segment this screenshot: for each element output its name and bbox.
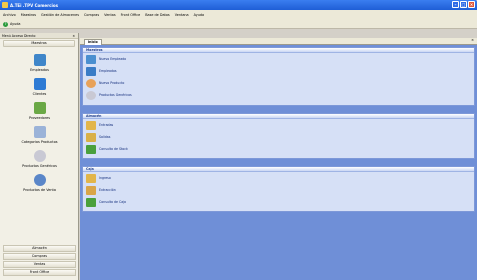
link-nuevo-producto[interactable]: Nuevo Producto	[83, 77, 474, 89]
menu-ventas[interactable]: Ventas	[104, 13, 115, 17]
employees-list-icon	[86, 66, 96, 76]
shortcut-label: Productos Genéricos	[22, 164, 57, 168]
shortcut-label: Empleados	[30, 68, 49, 72]
link-consulta-stock[interactable]: Consulta de Stock	[83, 143, 474, 155]
exits-icon	[86, 132, 96, 142]
generic-products-list-icon	[86, 90, 96, 100]
shortcut-panel: Menú Acceso Directo × Maestros Empleados…	[0, 33, 79, 280]
menu-gestion-almacenes[interactable]: Gestión de Almacenes	[41, 13, 79, 17]
section-compras[interactable]: Compras	[3, 253, 76, 260]
link-label: Entradas	[99, 123, 114, 127]
shortcut-label: Proveedores	[29, 116, 50, 120]
menu-ayuda[interactable]: Ayuda	[194, 13, 204, 17]
panel-close-icon[interactable]: ×	[72, 33, 75, 39]
menu-ventana[interactable]: Ventana	[175, 13, 189, 17]
link-ingreso[interactable]: Ingreso	[83, 172, 474, 184]
link-salidas[interactable]: Salidas	[83, 131, 474, 143]
link-label: Nuevo Producto	[99, 81, 125, 85]
link-consulta-caja[interactable]: Consulta de Caja	[83, 196, 474, 208]
employees-icon	[33, 54, 46, 66]
tab-close-icon[interactable]: ×	[471, 38, 474, 42]
stock-query-icon	[86, 144, 96, 154]
group-almacen: Almacén Entradas Salidas Consulta de Sto…	[82, 113, 475, 159]
menu-bar: Archivo Maestros Gestión de Almacenes Co…	[0, 10, 477, 20]
new-employee-icon	[86, 54, 96, 64]
menu-maestros[interactable]: Maestros	[21, 13, 36, 17]
new-product-icon	[86, 78, 96, 88]
maximize-button[interactable]: □	[460, 1, 467, 8]
categories-icon	[33, 126, 46, 138]
shortcut-categorias[interactable]: Categorias Productos	[3, 126, 76, 144]
group-maestros: Maestros Nuevo Empleado Empleados Nuevo …	[82, 47, 475, 106]
main-content: Maestros Nuevo Empleado Empleados Nuevo …	[80, 45, 477, 280]
link-label: Extracción	[99, 188, 116, 192]
shortcut-panel-title: Menú Acceso Directo	[2, 34, 36, 38]
link-productos-genericos[interactable]: Productos Genéricos	[83, 89, 474, 101]
link-label: Salidas	[99, 135, 111, 139]
shortcut-productos-genericos[interactable]: Productos Genéricos	[3, 150, 76, 168]
income-icon	[86, 173, 96, 183]
window-titlebar: A.TEi .TPV Comercios – □ ×	[0, 0, 477, 10]
shortcut-productos-venta[interactable]: Productos de Venta	[3, 174, 76, 192]
section-maestros[interactable]: Maestros	[3, 40, 75, 47]
section-ventas[interactable]: Ventas	[3, 261, 76, 268]
window-controls: – □ ×	[452, 1, 475, 8]
menu-base-datos[interactable]: Base de Datos	[145, 13, 170, 17]
window-title: A.TEi .TPV Comercios	[10, 2, 58, 8]
section-front-office[interactable]: Front Office	[3, 269, 76, 276]
shortcut-panel-header: Menú Acceso Directo ×	[0, 33, 78, 39]
link-entradas[interactable]: Entradas	[83, 119, 474, 131]
group-caja: Caja Ingreso Extracción Consulta de Caja	[82, 166, 475, 212]
link-label: Consulta de Stock	[99, 147, 128, 151]
shortcut-empleados[interactable]: Empleados	[3, 54, 76, 72]
link-nuevo-empleado[interactable]: Nuevo Empleado	[83, 53, 474, 65]
link-extraccion[interactable]: Extracción	[83, 184, 474, 196]
section-almacen[interactable]: Almacén	[3, 245, 76, 252]
shortcut-clientes[interactable]: Clientes	[3, 78, 76, 96]
link-label: Empleados	[99, 69, 117, 73]
toolbar: ? Ayuda	[0, 20, 477, 29]
shortcut-label: Productos de Venta	[23, 188, 56, 192]
close-button[interactable]: ×	[468, 1, 475, 8]
minimize-button[interactable]: –	[452, 1, 459, 8]
generic-products-icon	[33, 150, 46, 162]
shortcut-label: Categorias Productos	[21, 140, 58, 144]
cash-query-icon	[86, 197, 96, 207]
help-icon[interactable]: ?	[3, 21, 8, 27]
app-icon	[2, 2, 8, 8]
link-empleados[interactable]: Empleados	[83, 65, 474, 77]
tab-strip: Inicio ×	[80, 38, 477, 45]
withdrawal-icon	[86, 185, 96, 195]
menu-front-office[interactable]: Front Office	[121, 13, 141, 17]
customers-icon	[33, 78, 46, 90]
link-label: Nuevo Empleado	[99, 57, 127, 61]
shortcut-proveedores[interactable]: Proveedores	[3, 102, 76, 120]
link-label: Productos Genéricos	[99, 93, 132, 97]
entries-icon	[86, 120, 96, 130]
menu-compras[interactable]: Compras	[84, 13, 99, 17]
link-label: Consulta de Caja	[99, 200, 126, 204]
suppliers-icon	[33, 102, 46, 114]
help-button-label[interactable]: Ayuda	[10, 22, 20, 26]
link-label: Ingreso	[99, 176, 111, 180]
menu-archivo[interactable]: Archivo	[3, 13, 16, 17]
sale-products-icon	[33, 174, 46, 186]
shortcut-label: Clientes	[32, 92, 47, 96]
